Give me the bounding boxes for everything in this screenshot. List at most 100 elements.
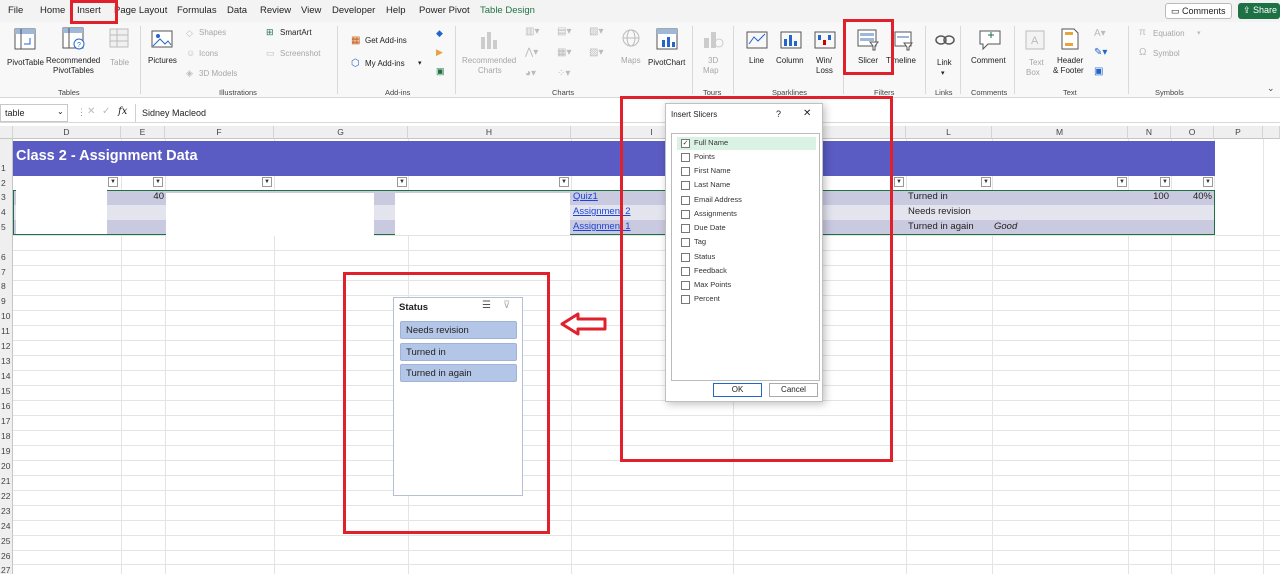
filter-dropdown-icon[interactable]: ▼ [1117,177,1127,187]
filter-dropdown-icon[interactable]: ▼ [262,177,272,187]
header-feedback[interactable]: Feedback [995,175,1039,186]
visio-icon[interactable]: ▶ [436,47,443,58]
filter-dropdown-icon[interactable]: ▼ [397,177,407,187]
enter-icon[interactable]: ✓ [102,106,110,117]
filter-dropdown-icon[interactable]: ▼ [1203,177,1213,187]
row-header[interactable]: 9 [0,296,13,306]
header-first-name[interactable]: First Name [168,175,217,186]
column-header-m[interactable]: M [992,126,1128,139]
combo-chart-icon[interactable]: ▨▾ [589,47,603,58]
tab-data[interactable]: Data [227,5,247,16]
pie-chart-icon[interactable]: ◕▾ [525,68,536,79]
cancel-icon[interactable]: ✕ [87,106,95,117]
row-header[interactable]: 20 [0,461,13,471]
tab-page-layout[interactable]: Page Layout [114,5,167,16]
row-header[interactable]: 18 [0,431,13,441]
column-header-o[interactable]: O [1171,126,1214,139]
column-header-l[interactable]: L [906,126,992,139]
header-points[interactable]: Points [124,175,153,186]
tab-developer[interactable]: Developer [332,5,375,16]
comments-button[interactable]: ▭ Comments [1165,3,1232,19]
filter-dropdown-icon[interactable]: ▼ [1160,177,1170,187]
column-chart-icon[interactable]: ▥▾ [525,26,539,37]
cell-status[interactable]: Turned in again [908,221,974,232]
cell-percent[interactable]: 40% [1174,191,1212,202]
tab-help[interactable]: Help [386,5,406,16]
filter-dropdown-icon[interactable]: ▼ [894,177,904,187]
filter-dropdown-icon[interactable]: ▼ [153,177,163,187]
statistic-chart-icon[interactable]: ▦▾ [557,47,571,58]
object-icon[interactable]: ▣ [1094,66,1103,77]
name-box[interactable]: table ⌄ [0,104,68,122]
tab-formulas[interactable]: Formulas [177,5,217,16]
row-header[interactable]: 15 [0,386,13,396]
row-header[interactable]: 6 [0,252,13,262]
line-chart-icon[interactable]: ⋀▾ [525,47,538,58]
wordart-icon[interactable]: A▾ [1094,28,1106,39]
cell-feedback[interactable]: Good [994,221,1017,232]
row-header[interactable]: 24 [0,521,13,531]
tab-file[interactable]: File [8,5,23,16]
row-header[interactable]: 10 [0,311,13,321]
share-button[interactable]: ⇪ Share [1238,3,1280,19]
row-header[interactable]: 17 [0,416,13,426]
row-header[interactable]: 13 [0,356,13,366]
column-header-p[interactable]: P [1214,126,1263,139]
formula-input[interactable]: Sidney Macleod [142,108,206,118]
people-graph-icon[interactable]: ▣ [436,66,445,77]
header-full-name[interactable]: Full Name [16,175,61,186]
row-header[interactable]: 4 [0,207,13,217]
row-header[interactable]: 26 [0,551,13,561]
row-header[interactable]: 19 [0,446,13,456]
row-header[interactable]: 23 [0,506,13,516]
signature-line-icon[interactable]: ✎▾ [1094,47,1107,58]
scatter-chart-icon[interactable]: ⁘▾ [557,68,570,79]
insert-function-icon[interactable]: fx [118,106,127,117]
header-percent[interactable]: Percen [1174,175,1206,186]
row-header[interactable]: 1 [0,163,13,173]
row-header[interactable]: 3 [0,192,13,202]
header-max-points[interactable]: Max P [1130,175,1157,186]
row-header[interactable]: 12 [0,341,13,351]
column-header-h[interactable]: H [408,126,571,139]
tab-home[interactable]: Home [40,5,65,16]
row-header[interactable]: 22 [0,491,13,501]
table-title[interactable]: Class 2 - Assignment Data [16,148,198,164]
hierarchy-chart-icon[interactable]: ▤▾ [557,26,571,37]
column-header-n[interactable]: N [1128,126,1171,139]
column-header-g[interactable]: G [274,126,408,139]
cell-points[interactable]: 40 [124,191,164,202]
bing-icon[interactable]: ◆ [436,28,443,39]
filter-dropdown-icon[interactable]: ▼ [559,177,569,187]
row-header[interactable]: 11 [0,326,13,336]
filter-dropdown-icon[interactable]: ▼ [981,177,991,187]
header-status[interactable]: Status [909,175,938,186]
header-last-name[interactable]: Last Name [277,175,325,186]
row-header[interactable]: 5 [0,222,13,232]
column-header-d[interactable]: D [13,126,121,139]
header-email-address[interactable]: Email Address [411,175,477,186]
row-header[interactable]: 21 [0,476,13,486]
row-header[interactable]: 14 [0,371,13,381]
cell-max-points[interactable]: 100 [1130,191,1169,202]
row-header[interactable]: 25 [0,536,13,546]
column-header-f[interactable]: F [165,126,274,139]
row-header[interactable]: 2 [0,178,13,188]
cell-assignment-link[interactable]: Quiz1 [573,191,598,202]
tab-review[interactable]: Review [260,5,291,16]
tab-view[interactable]: View [301,5,321,16]
waterfall-chart-icon[interactable]: ▧▾ [589,26,603,37]
row-header[interactable]: 16 [0,401,13,411]
filter-dropdown-icon[interactable]: ▼ [108,177,118,187]
tab-table-design[interactable]: Table Design [480,5,535,16]
select-all-corner[interactable] [0,126,13,139]
tab-power-pivot[interactable]: Power Pivot [419,5,470,16]
column-header-next[interactable] [1263,126,1280,139]
ribbon-collapse-icon[interactable]: ⌄ [1267,83,1275,94]
row-header[interactable]: 27 [0,565,13,574]
cell-status[interactable]: Turned in [908,191,948,202]
row-header[interactable]: 7 [0,267,13,277]
options-dots-icon[interactable]: ⋮ [77,107,86,118]
row-header[interactable]: 8 [0,281,13,291]
cell-status[interactable]: Needs revision [908,206,971,217]
